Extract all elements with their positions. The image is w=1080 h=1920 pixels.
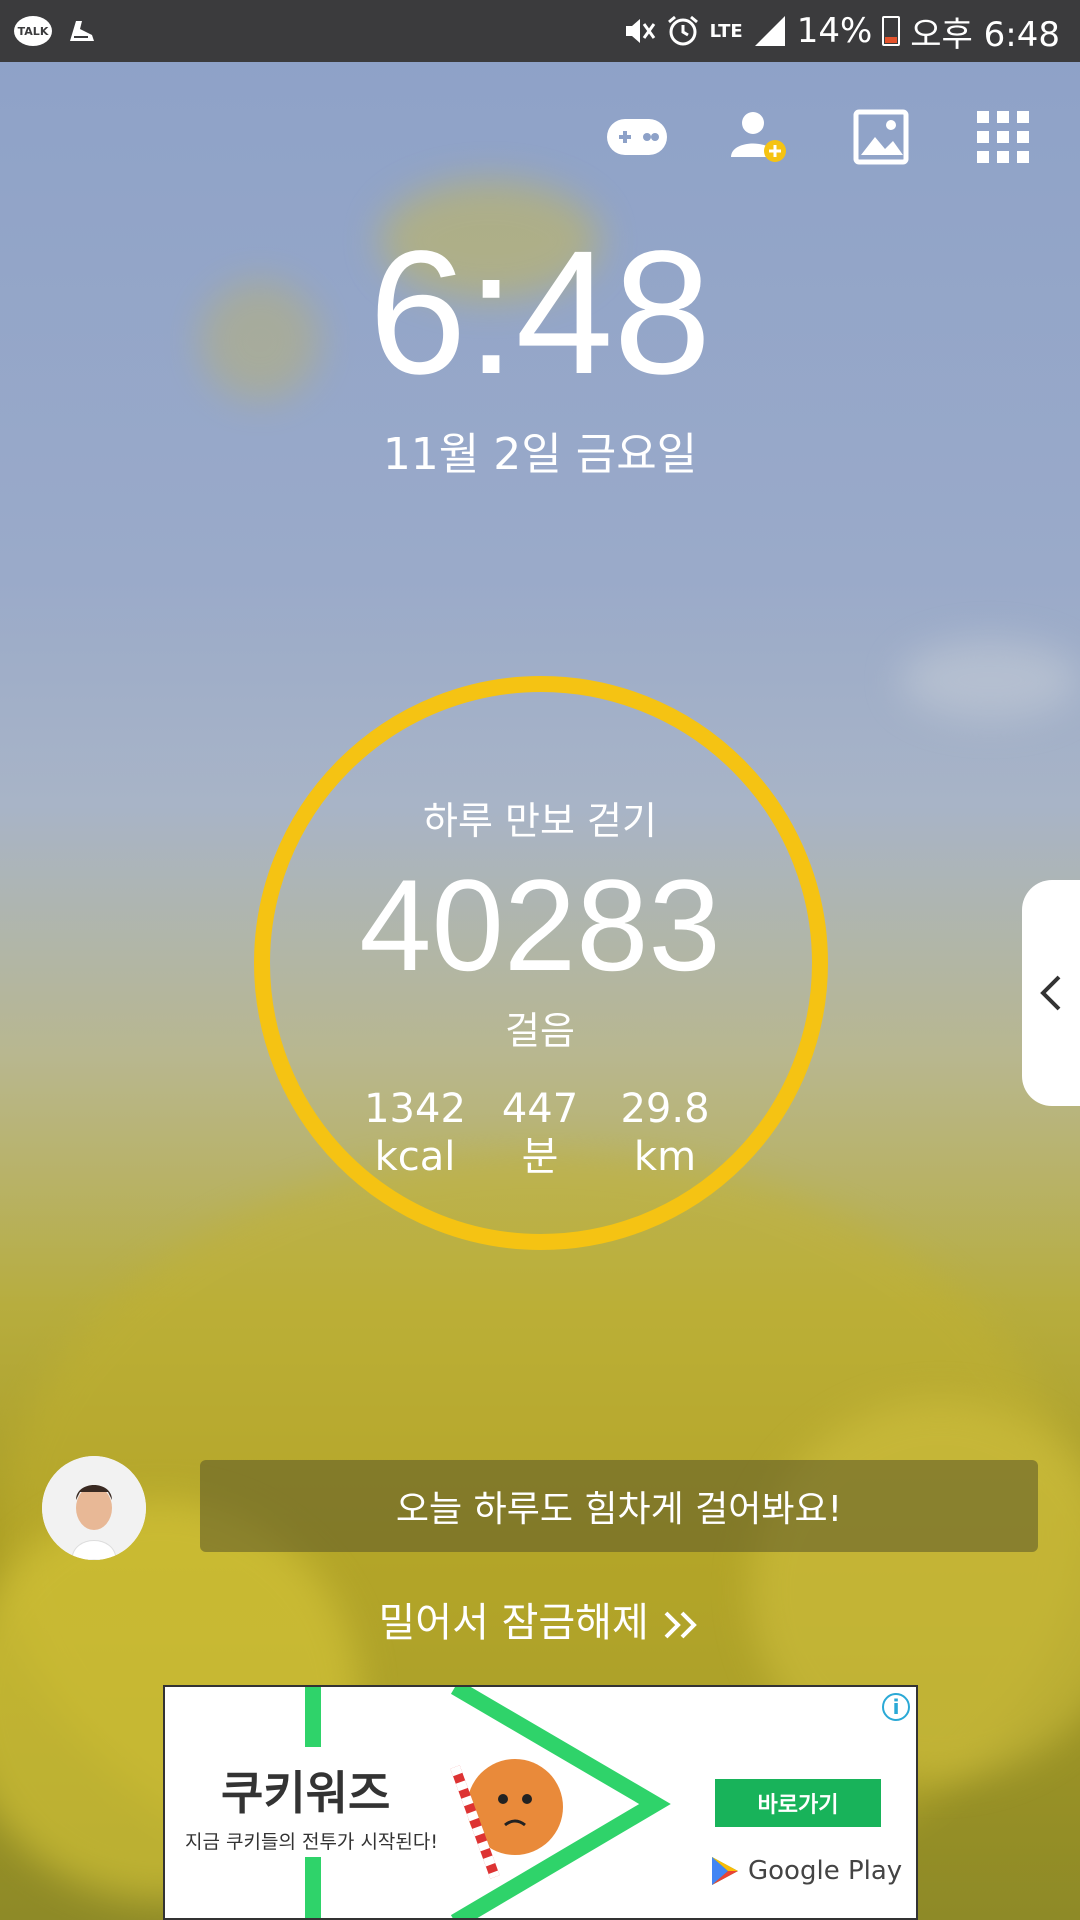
side-panel-handle[interactable] [1022, 880, 1080, 1106]
unlock-label: 밀어서 잠금해제 [378, 1600, 649, 1646]
lockscreen-date: 11월 2일 금요일 [382, 429, 698, 480]
stat-unit: 분 [521, 1134, 559, 1180]
google-play-badge[interactable]: Google Play [710, 1855, 902, 1887]
ad-go-button[interactable]: 바로가기 [715, 1779, 881, 1827]
double-chevron-right-icon [664, 1611, 697, 1639]
network-type: LTE [709, 20, 743, 42]
ad-subtitle: 지금 쿠키들의 전투가 시작된다! [185, 1831, 438, 1853]
minutes-stat: 447 분 [480, 1085, 600, 1181]
distance-stat: 29.8 km [605, 1085, 725, 1181]
add-person-icon[interactable] [727, 105, 791, 169]
gallery-icon[interactable] [849, 105, 913, 169]
calories-stat: 1342 kcal [355, 1085, 475, 1181]
pedometer-title: 하루 만보 걷기 [423, 799, 657, 843]
step-count: 40283 [359, 852, 721, 998]
apps-grid-icon[interactable] [971, 105, 1035, 169]
ad-info-icon[interactable]: i [882, 1693, 910, 1721]
avatar[interactable] [42, 1456, 146, 1560]
pedometer-stats: 1342 kcal 447 분 29.8 km [355, 1085, 725, 1181]
status-bar: TALK LTE 14% 오후 6:48 [0, 0, 1080, 62]
chevron-left-icon [1040, 975, 1061, 1011]
motivation-message: 오늘 하루도 힘차게 걸어봐요! [200, 1460, 1038, 1552]
kakaotalk-icon: TALK [14, 16, 52, 46]
battery-icon [882, 16, 901, 46]
battery-percent: 14% [796, 11, 873, 51]
stat-value: 29.8 [620, 1086, 710, 1132]
stat-unit: km [633, 1134, 697, 1180]
status-time: 오후 6:48 [910, 14, 1060, 55]
stat-unit: kcal [374, 1134, 456, 1180]
swipe-to-unlock[interactable]: 밀어서 잠금해제 [0, 1590, 1080, 1648]
stat-value: 1342 [364, 1086, 466, 1132]
ad-title: 쿠키워즈 [221, 1766, 391, 1820]
mute-icon [625, 19, 655, 43]
google-play-icon [712, 1857, 738, 1885]
stat-value: 447 [501, 1086, 579, 1132]
store-label: Google Play [748, 1856, 903, 1886]
walking-shoe-icon [70, 21, 94, 41]
signal-icon [754, 16, 785, 46]
lockscreen-clock: 6:48 [368, 215, 712, 411]
game-controller-icon[interactable] [605, 105, 669, 169]
lockscreen-shortcuts [605, 105, 1035, 169]
step-unit: 걸음 [505, 1009, 575, 1053]
ad-banner[interactable]: 쿠키워즈 지금 쿠키들의 전투가 시작된다! 바로가기 Google Play … [163, 1685, 918, 1920]
alarm-icon [667, 15, 698, 46]
